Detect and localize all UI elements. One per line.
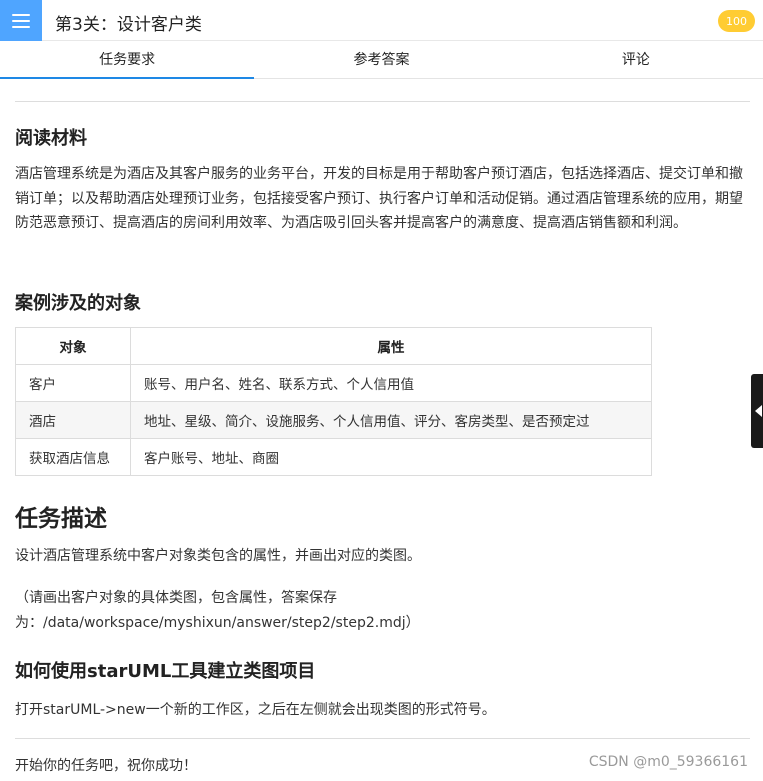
reading-heading: 阅读材料 xyxy=(15,128,87,149)
table-header-attributes: 属性 xyxy=(130,327,652,365)
tab-bar: 任务要求 参考答案 评论 xyxy=(0,41,763,79)
tab-reference-answer[interactable]: 参考答案 xyxy=(254,41,508,78)
table-row: 酒店 地址、星级、简介、设施服务、个人信用值、评分、客房类型、是否预定过 xyxy=(15,401,652,439)
task-note-line-2: 为：/data/workspace/myshixun/answer/step2/… xyxy=(15,615,420,631)
table-cell: 酒店 xyxy=(15,401,131,439)
reading-paragraph: 酒店管理系统是为酒店及其客户服务的业务平台，开发的目标是用于帮助客户预订酒店，包… xyxy=(15,166,743,231)
task-heading: 任务描述 xyxy=(15,506,107,532)
page-title: 第3关：设计客户类 xyxy=(55,15,202,35)
table-cell: 客户 xyxy=(15,364,131,402)
table-cell: 地址、星级、简介、设施服务、个人信用值、评分、客房类型、是否预定过 xyxy=(130,401,652,439)
table-cell: 获取酒店信息 xyxy=(15,438,131,476)
table-cell: 客户账号、地址、商圈 xyxy=(130,438,652,476)
table-header-object: 对象 xyxy=(15,327,131,365)
tab-task-requirements[interactable]: 任务要求 xyxy=(0,41,255,79)
howto-heading: 如何使用starUML工具建立类图项目 xyxy=(15,661,316,682)
top-bar: 第3关：设计客户类 100 xyxy=(0,0,763,41)
divider xyxy=(15,738,750,739)
tab-comments[interactable]: 评论 xyxy=(509,41,763,78)
table-row: 客户 账号、用户名、姓名、联系方式、个人信用值 xyxy=(15,364,652,402)
task-note-line-1: （请画出客户对象的具体类图，包含属性，答案保存 xyxy=(15,590,337,606)
menu-button[interactable] xyxy=(0,0,42,41)
side-panel-toggle[interactable] xyxy=(751,374,763,448)
watermark: CSDN @m0_59366161 xyxy=(588,754,748,770)
score-badge: 100 xyxy=(718,10,755,32)
table-cell: 账号、用户名、姓名、联系方式、个人信用值 xyxy=(130,364,652,402)
table-row: 获取酒店信息 客户账号、地址、商圈 xyxy=(15,438,652,476)
task-description: 设计酒店管理系统中客户对象类包含的属性，并画出对应的类图。 xyxy=(15,548,421,564)
objects-table: 对象 属性 客户 账号、用户名、姓名、联系方式、个人信用值 酒店 地址、星级、简… xyxy=(15,327,652,476)
triangle-left-icon xyxy=(754,405,762,417)
howto-text: 打开starUML->new一个新的工作区，之后在左侧就会出现类图的形式符号。 xyxy=(15,702,496,718)
table-header-row: 对象 属性 xyxy=(15,327,652,365)
objects-heading: 案例涉及的对象 xyxy=(15,293,141,314)
hamburger-menu-icon xyxy=(12,13,30,28)
clipped-text-remnant xyxy=(70,79,320,83)
divider xyxy=(15,101,750,102)
